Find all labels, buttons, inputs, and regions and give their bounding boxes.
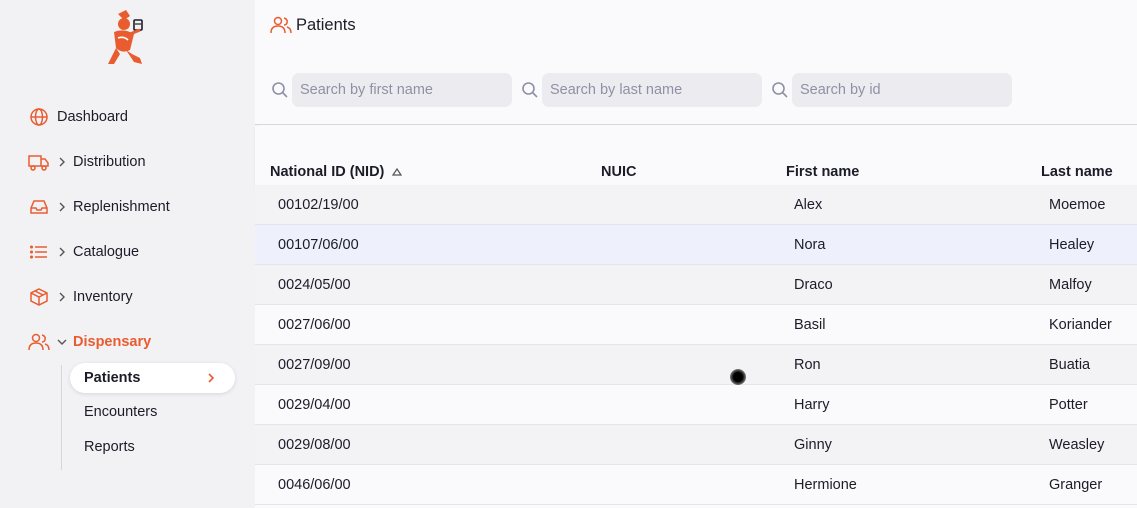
cell-last-name: Buatia xyxy=(1049,357,1091,373)
cell-nid: 0027/06/00 xyxy=(278,317,351,333)
search-icon xyxy=(520,80,540,100)
users-icon xyxy=(28,331,50,353)
chevron-right-icon[interactable] xyxy=(54,289,70,305)
sidebar-item-dispensary[interactable]: Dispensary xyxy=(28,330,151,354)
list-icon xyxy=(28,241,50,263)
cell-last-name: Potter xyxy=(1049,397,1088,413)
search-icon xyxy=(270,80,290,100)
cell-last-name: Koriander xyxy=(1049,317,1112,333)
cell-last-name: Malfoy xyxy=(1049,277,1092,293)
page-header: Patients xyxy=(255,0,1137,125)
sidebar-subitem-label: Patients xyxy=(84,370,141,386)
table-row[interactable]: 0027/09/00 Ron Buatia xyxy=(255,345,1137,385)
page-title: Patients xyxy=(270,14,356,36)
submenu-divider xyxy=(61,365,62,470)
cell-last-name: Healey xyxy=(1049,237,1095,253)
sidebar: Dashboard Distribution Replenishment Cat… xyxy=(0,0,255,508)
inbox-icon xyxy=(28,196,50,218)
cell-first-name: Ginny xyxy=(794,437,832,453)
chevron-right-icon[interactable] xyxy=(54,244,70,260)
mouse-cursor xyxy=(730,369,746,385)
sidebar-item-label: Inventory xyxy=(73,289,133,305)
chevron-right-icon[interactable] xyxy=(54,199,70,215)
sidebar-item-label: Catalogue xyxy=(73,244,140,260)
chevron-down-icon[interactable] xyxy=(54,334,70,350)
sidebar-item-label: Dispensary xyxy=(73,334,152,350)
table-header: National ID (NID) NUIC First name Last n… xyxy=(255,126,1137,185)
cell-first-name: Ron xyxy=(794,357,821,373)
cell-first-name: Alex xyxy=(794,197,823,213)
cell-first-name: Basil xyxy=(794,317,826,333)
sort-ascending-icon[interactable] xyxy=(392,167,403,177)
search-id xyxy=(770,73,1012,107)
cell-first-name: Nora xyxy=(794,237,826,253)
cell-nid: 0029/08/00 xyxy=(278,437,351,453)
patients-table: National ID (NID) NUIC First name Last n… xyxy=(255,126,1137,508)
sidebar-item-dashboard[interactable]: Dashboard xyxy=(28,105,128,129)
sidebar-item-distribution[interactable]: Distribution xyxy=(28,150,146,174)
table-row[interactable]: 00102/19/00 Alex Moemoe xyxy=(255,185,1137,225)
table-row[interactable]: 0029/04/00 Harry Potter xyxy=(255,385,1137,425)
search-id-input[interactable] xyxy=(792,73,1012,107)
cell-first-name: Hermione xyxy=(794,477,857,493)
box-icon xyxy=(28,286,50,308)
search-icon xyxy=(770,80,790,100)
chevron-right-icon[interactable] xyxy=(54,154,70,170)
globe-icon xyxy=(28,106,50,128)
cell-first-name: Harry xyxy=(794,397,830,413)
table-row[interactable]: 0024/05/00 Draco Malfoy xyxy=(255,265,1137,305)
column-header-nid[interactable]: National ID (NID) xyxy=(270,164,403,180)
sidebar-item-label: Replenishment xyxy=(73,199,170,215)
sidebar-item-replenishment[interactable]: Replenishment xyxy=(28,195,170,219)
sidebar-item-label: Distribution xyxy=(73,154,146,170)
search-first-name-input[interactable] xyxy=(292,73,512,107)
column-header-first-name[interactable]: First name xyxy=(786,164,859,180)
chevron-right-icon xyxy=(208,373,215,383)
cell-nid: 00102/19/00 xyxy=(278,197,359,213)
cell-last-name: Granger xyxy=(1049,477,1103,493)
sidebar-item-catalogue[interactable]: Catalogue xyxy=(28,240,139,264)
cell-nid: 0029/04/00 xyxy=(278,397,351,413)
search-last-name xyxy=(520,73,762,107)
truck-icon xyxy=(28,151,50,173)
search-first-name xyxy=(270,73,512,107)
cell-nid: 0024/05/00 xyxy=(278,277,351,293)
sidebar-item-inventory[interactable]: Inventory xyxy=(28,285,133,309)
column-header-label: National ID (NID) xyxy=(270,164,385,180)
sidebar-subitem-patients[interactable]: Patients xyxy=(70,363,235,393)
column-header-nuic[interactable]: NUIC xyxy=(601,164,636,180)
cell-last-name: Weasley xyxy=(1049,437,1105,453)
sidebar-subitem-encounters[interactable]: Encounters xyxy=(84,404,157,420)
table-row[interactable]: 0027/06/00 Basil Koriander xyxy=(255,305,1137,345)
cell-nid: 0046/06/00 xyxy=(278,477,351,493)
users-icon xyxy=(270,14,292,36)
cell-first-name: Draco xyxy=(794,277,833,293)
cell-nid: 0027/09/00 xyxy=(278,357,351,373)
table-row[interactable]: 0046/06/00 Hermione Granger xyxy=(255,465,1137,505)
search-last-name-input[interactable] xyxy=(542,73,762,107)
app-logo-icon[interactable] xyxy=(100,8,150,72)
cell-last-name: Moemoe xyxy=(1049,197,1106,213)
sidebar-item-label: Dashboard xyxy=(57,109,128,125)
table-row[interactable]: 00107/06/00 Nora Healey xyxy=(255,225,1137,265)
cell-nid: 00107/06/00 xyxy=(278,237,359,253)
sidebar-subitem-reports[interactable]: Reports xyxy=(84,439,135,455)
table-row[interactable]: 0029/08/00 Ginny Weasley xyxy=(255,425,1137,465)
page-title-text: Patients xyxy=(296,15,356,34)
column-header-last-name[interactable]: Last name xyxy=(1041,164,1113,180)
